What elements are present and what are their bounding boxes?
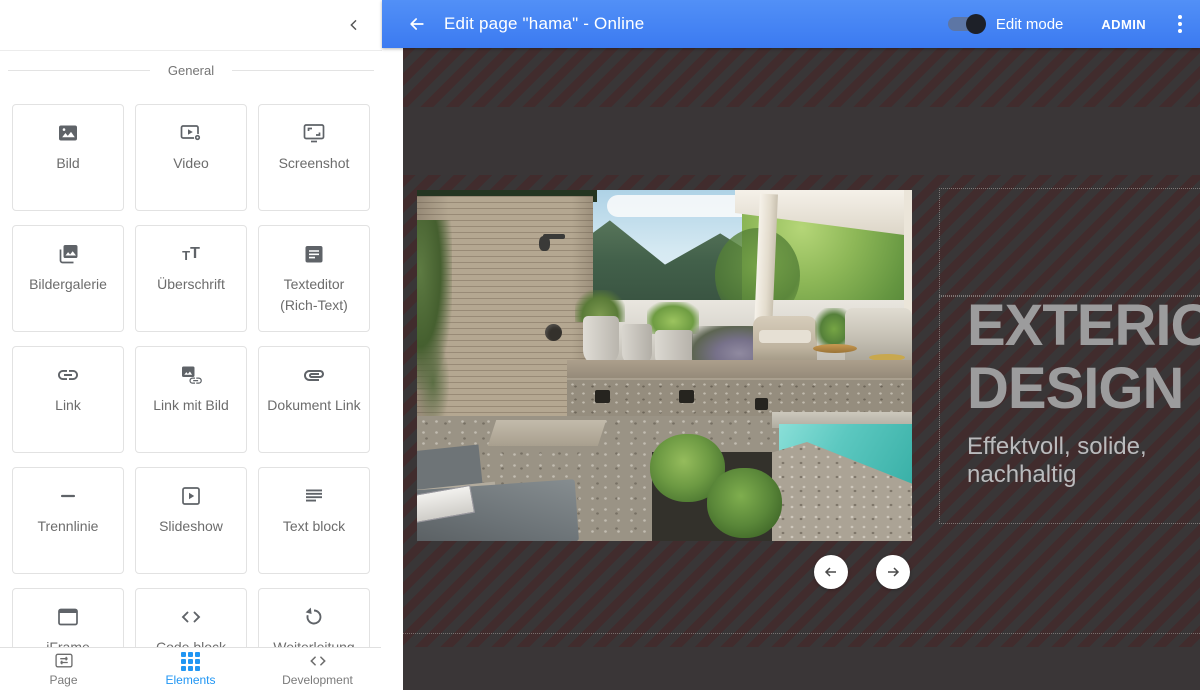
collapse-sidebar-button[interactable]	[342, 13, 366, 37]
photo-step-light	[755, 398, 768, 410]
tab-page[interactable]: Page	[0, 648, 127, 690]
code-icon	[179, 604, 203, 630]
element-card-slideshow[interactable]: Slideshow	[135, 467, 247, 574]
element-card-bildergalerie[interactable]: Bildergalerie	[12, 225, 124, 332]
element-card-label: Text block	[277, 516, 351, 537]
edit-outline-section-bottom	[403, 633, 1200, 634]
element-card-text-block[interactable]: Text block	[258, 467, 370, 574]
slide-text-element[interactable]: EXTERIOR DESIGN Effektvoll, solide, nach…	[967, 294, 1200, 489]
link-image-icon	[179, 362, 203, 388]
element-card-label: Bild	[50, 153, 85, 174]
arrow-left-icon	[822, 563, 840, 581]
element-card-label: Dokument Link	[261, 395, 366, 416]
elements-sidebar: General Bild Video Screenshot Bil	[0, 0, 383, 690]
photo-shower-valve	[545, 324, 562, 341]
app-bar: Edit page "hama" - Online Edit mode ADMI…	[382, 0, 1200, 48]
photo-chair-cushion	[759, 330, 811, 343]
element-card-link[interactable]: Link	[12, 346, 124, 453]
element-card-label: Texteditor (Rich-Text)	[259, 274, 369, 316]
element-card-label: Link	[49, 395, 87, 416]
element-card-screenshot[interactable]: Screenshot	[258, 104, 370, 211]
iframe-icon	[56, 604, 80, 630]
element-card-label: Video	[167, 153, 215, 174]
element-card-video[interactable]: Video	[135, 104, 247, 211]
element-card-link-mit-bild[interactable]: Link mit Bild	[135, 346, 247, 453]
development-icon	[307, 651, 329, 671]
element-card-label: Slideshow	[153, 516, 229, 537]
textblock-icon	[302, 483, 326, 509]
section-label: General	[150, 63, 232, 78]
element-card-bild[interactable]: Bild	[12, 104, 124, 211]
element-card-ueberschrift[interactable]: TT Überschrift	[135, 225, 247, 332]
image-icon	[56, 120, 80, 146]
slide-heading-line1: EXTERIOR	[967, 294, 1200, 357]
toggle-knob	[966, 14, 986, 34]
divider-line	[8, 70, 150, 71]
overflow-menu-icon[interactable]	[1172, 15, 1188, 33]
element-card-label: Link mit Bild	[147, 395, 234, 416]
element-card-trennlinie[interactable]: Trennlinie	[12, 467, 124, 574]
editor-main: Edit page "hama" - Online Edit mode ADMI…	[382, 0, 1200, 690]
edit-mode-label: Edit mode	[996, 16, 1064, 33]
element-card-label: Bildergalerie	[23, 274, 113, 295]
page-preview-canvas: EXTERIOR DESIGN Effektvoll, solide, nach…	[403, 48, 1200, 690]
video-icon	[179, 120, 203, 146]
link-icon	[56, 362, 80, 388]
element-card-dokument-link[interactable]: Dokument Link	[258, 346, 370, 453]
gallery-icon	[56, 241, 80, 267]
divider-icon	[56, 483, 80, 509]
richtext-icon	[302, 241, 326, 267]
slide-subtitle-line1: Effektvoll, solide,	[967, 433, 1200, 461]
photo-column-right	[904, 190, 912, 318]
photo-planter-pot	[583, 316, 619, 366]
tab-label: Elements	[165, 673, 215, 687]
chevron-left-icon	[346, 17, 362, 33]
element-card-texteditor[interactable]: Texteditor (Rich-Text)	[258, 225, 370, 332]
attachment-icon	[302, 362, 326, 388]
photo-step-light	[679, 390, 694, 403]
page-icon	[53, 651, 75, 671]
photo-step-platform	[488, 420, 606, 446]
slideshow-icon	[179, 483, 203, 509]
photo-bush	[707, 468, 782, 538]
sidebar-bottom-nav: Page Elements Development	[0, 647, 381, 690]
element-cards-grid: Bild Video Screenshot Bildergalerie TT Ü…	[12, 104, 382, 690]
slideshow-next-button[interactable]	[876, 555, 910, 589]
tab-label: Page	[49, 673, 77, 687]
sidebar-header	[0, 0, 382, 51]
photo-upper-terrace	[567, 360, 912, 380]
photo-shower-head	[539, 236, 550, 251]
element-card-label: Screenshot	[273, 153, 356, 174]
elements-grid-icon	[181, 652, 200, 671]
photo-vine	[417, 340, 449, 425]
photo-step-light	[595, 390, 610, 403]
screenshot-icon	[302, 120, 326, 146]
slideshow-prev-button[interactable]	[814, 555, 848, 589]
slide-heading-line2: DESIGN	[967, 357, 1200, 420]
divider-line	[232, 70, 374, 71]
page-title: Edit page "hama" - Online	[444, 14, 644, 34]
edit-outline-upper	[939, 188, 1200, 297]
edit-mode-toggle[interactable]	[948, 17, 984, 31]
tab-label: Development	[282, 673, 353, 687]
redirect-icon	[302, 604, 326, 630]
arrow-right-icon	[884, 563, 902, 581]
back-button[interactable]	[406, 13, 428, 35]
element-card-label: Überschrift	[151, 274, 231, 295]
photo-coffee-table	[813, 344, 857, 353]
slide-image[interactable]	[417, 190, 912, 541]
tab-development[interactable]: Development	[254, 648, 381, 690]
slide-subtitle-line2: nachhaltig	[967, 461, 1200, 489]
admin-button[interactable]: ADMIN	[1101, 17, 1146, 32]
striped-band-top	[403, 48, 1200, 107]
general-section-divider: General	[8, 62, 374, 78]
back-arrow-icon	[407, 14, 427, 34]
element-card-label: Trennlinie	[32, 516, 105, 537]
heading-icon: TT	[182, 241, 200, 267]
tab-elements[interactable]: Elements	[127, 648, 254, 690]
